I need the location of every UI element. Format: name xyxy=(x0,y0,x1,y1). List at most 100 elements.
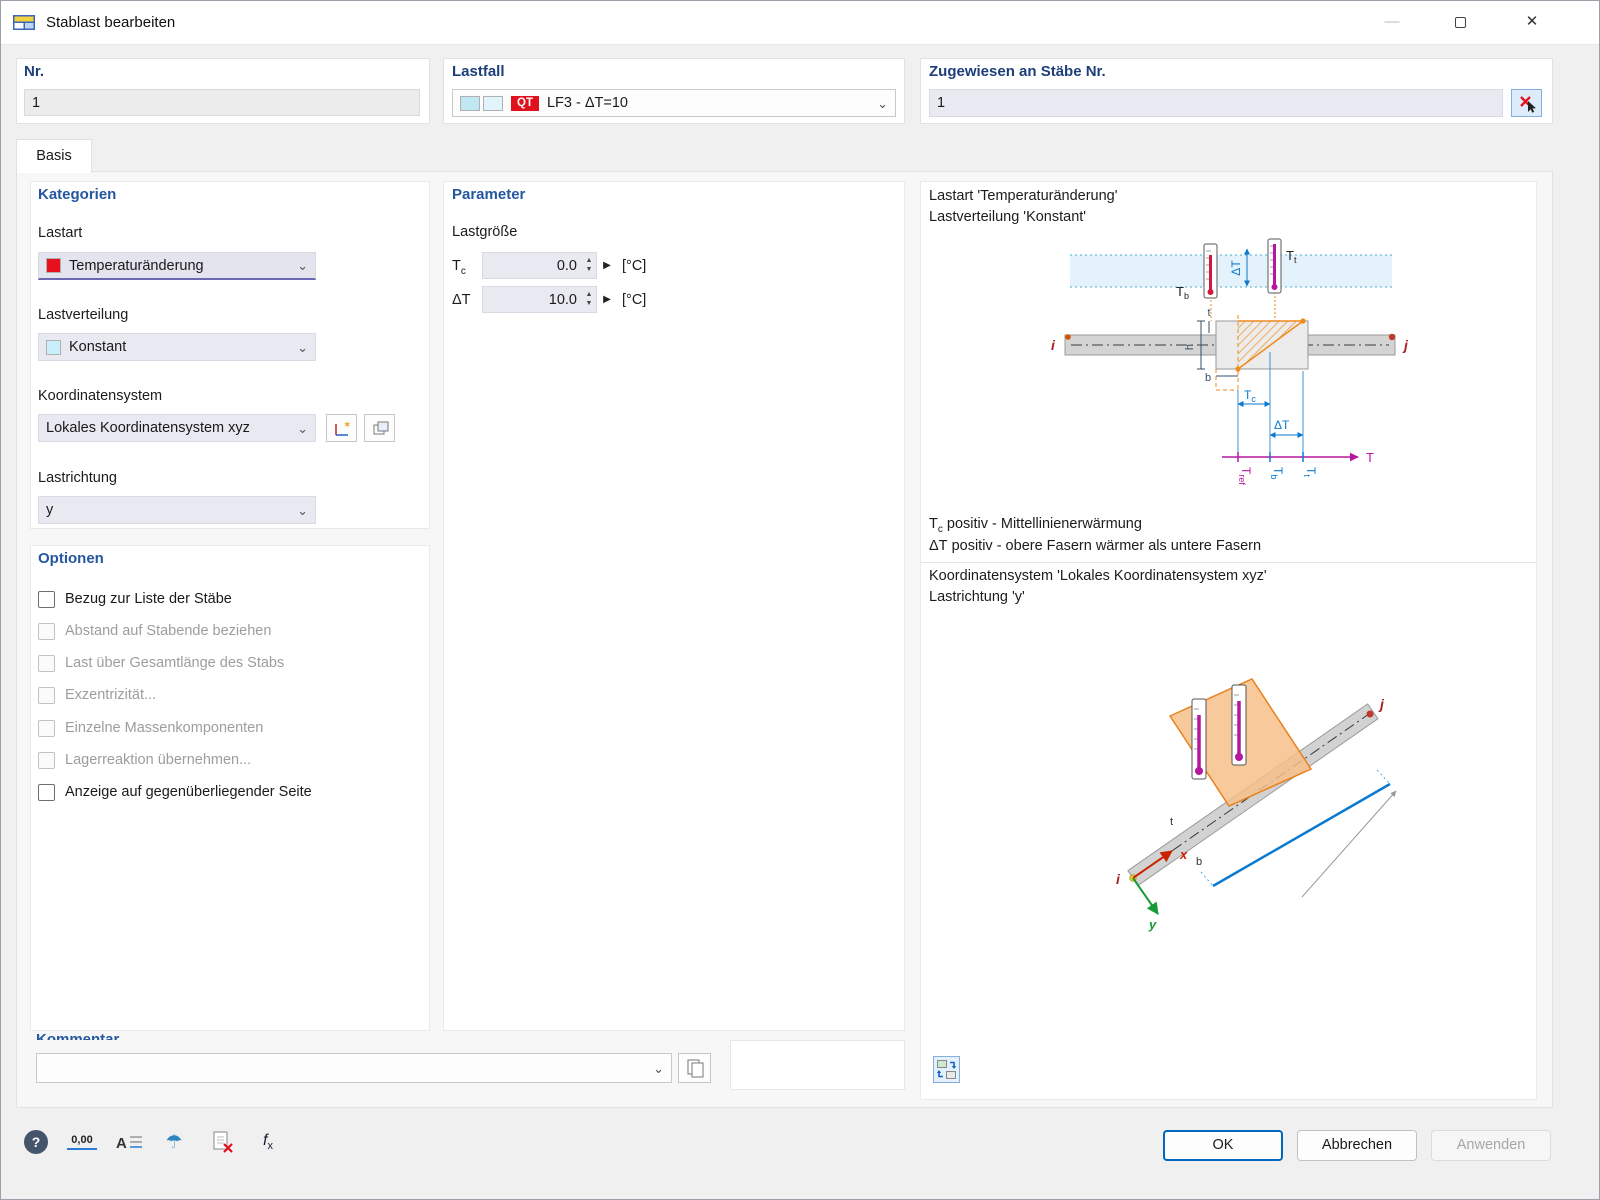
svg-text:j: j xyxy=(1378,696,1385,712)
thermometer-icon xyxy=(1232,685,1246,765)
svg-text:ΔT: ΔT xyxy=(1229,260,1243,276)
checkbox xyxy=(38,687,55,704)
minimize-button[interactable]: — xyxy=(1368,0,1416,44)
window-title: Stablast bearbeiten xyxy=(46,0,175,45)
svg-text:A: A xyxy=(116,1135,127,1152)
koordinatensystem-label: Koordinatensystem xyxy=(38,388,162,404)
tc-detail-button[interactable]: ▶ xyxy=(600,252,614,279)
ok-button[interactable]: OK xyxy=(1163,1130,1283,1161)
option-massenkomponenten: Einzelne Massenkomponenten xyxy=(38,717,418,739)
nr-label: Nr. xyxy=(24,63,44,81)
loadcase-color-swatch-1 xyxy=(460,96,480,111)
lastfall-label: Lastfall xyxy=(452,63,505,81)
formula-button[interactable]: fx xyxy=(250,1128,286,1156)
formula-icon: fx xyxy=(263,1132,273,1152)
new-coordinate-system-button[interactable]: ✶ xyxy=(326,414,357,442)
svg-text:Tt: Tt xyxy=(1302,467,1318,477)
knowledge-base-button[interactable]: ☂ xyxy=(158,1128,190,1156)
swap-images-icon xyxy=(936,1059,957,1080)
svg-text:b: b xyxy=(1196,856,1202,868)
dt-input[interactable]: 10.0 ▲▼ xyxy=(482,286,597,313)
zugewiesen-input[interactable]: 1 xyxy=(929,89,1503,117)
lastfall-value: LF3 - ΔT=10 xyxy=(547,95,628,111)
edit-coordinate-system-icon xyxy=(370,418,390,438)
lastfall-select[interactable]: QT LF3 - ΔT=10 ⌄ xyxy=(452,89,896,117)
copy-pages-icon xyxy=(684,1057,706,1079)
thermometer-icon xyxy=(1192,699,1206,779)
parameter-title: Parameter xyxy=(452,186,525,204)
checkbox[interactable] xyxy=(38,591,55,608)
svg-text:y: y xyxy=(1148,917,1157,932)
zugewiesen-label: Zugewiesen an Stäbe Nr. xyxy=(929,63,1106,81)
koordinatensystem-select[interactable]: Lokales Koordinatensystem xyz ⌄ xyxy=(38,414,316,442)
checkbox[interactable] xyxy=(38,784,55,801)
svg-text:b: b xyxy=(1205,372,1211,384)
option-lagerreaktion: Lagerreaktion übernehmen... xyxy=(38,749,418,771)
decimals-icon: 0,00 xyxy=(71,1134,92,1146)
dt-label: ΔT xyxy=(452,292,471,311)
tc-input[interactable]: 0.0 ▲▼ xyxy=(482,252,597,279)
option-bezug-liste[interactable]: Bezug zur Liste der Stäbe xyxy=(38,588,418,610)
preview-divider xyxy=(921,562,1536,563)
umbrella-icon: ☂ xyxy=(165,1131,182,1154)
member-orientation-diagram: j i x y t b xyxy=(920,621,1537,991)
option-exzentrizitaet: Exzentrizität... xyxy=(38,684,418,706)
maximize-button[interactable] xyxy=(1436,0,1484,44)
lastgroesse-label: Lastgröße xyxy=(452,224,517,240)
lastart-color-swatch xyxy=(46,258,61,273)
option-abstand-stabende: Abstand auf Stabende beziehen xyxy=(38,620,418,642)
lastverteilung-label: Lastverteilung xyxy=(38,307,128,323)
kommentar-copy-button[interactable] xyxy=(678,1053,711,1083)
svg-text:i: i xyxy=(1116,871,1121,887)
close-button[interactable]: ✕ xyxy=(1508,0,1556,44)
lastrichtung-select[interactable]: y ⌄ xyxy=(38,496,316,524)
svg-text:i: i xyxy=(1051,337,1056,353)
chevron-down-icon: ⌄ xyxy=(877,97,888,110)
preview-note1: Tc positiv - Mittellinienerwärmung xyxy=(929,516,1142,535)
kategorien-title: Kategorien xyxy=(38,186,116,204)
checkbox xyxy=(38,655,55,672)
pick-cancel-icon xyxy=(1517,93,1537,113)
maximize-icon xyxy=(1455,17,1466,28)
spinner-arrows[interactable]: ▲▼ xyxy=(582,257,596,275)
lastverteilung-value: Konstant xyxy=(69,339,126,355)
lastverteilung-select[interactable]: Konstant ⌄ xyxy=(38,333,316,361)
edit-coordinate-system-button[interactable] xyxy=(364,414,395,442)
dt-detail-button[interactable]: ▶ xyxy=(600,286,614,313)
lastrichtung-label: Lastrichtung xyxy=(38,470,117,486)
lastverteilung-color-swatch xyxy=(46,340,61,355)
decimal-places-button[interactable]: 0,00 xyxy=(62,1128,102,1156)
temperature-load-diagram: ΔT Tb Tt i j h t b Tc ΔT T Tref Tb Tt xyxy=(920,230,1537,512)
tab-basis[interactable]: Basis xyxy=(16,139,92,173)
tc-label: Tc xyxy=(452,258,466,277)
spinner-arrows[interactable]: ▲▼ xyxy=(582,291,596,309)
document-delete-icon xyxy=(209,1129,235,1155)
close-icon: ✕ xyxy=(1526,13,1539,30)
unit-settings-button[interactable]: A xyxy=(112,1128,146,1156)
delete-comment-button[interactable] xyxy=(206,1128,238,1156)
svg-text:Tb: Tb xyxy=(1269,467,1285,479)
option-gesamtlaenge: Last über Gesamtlänge des Stabs xyxy=(38,652,418,674)
lastart-label: Lastart xyxy=(38,225,82,241)
svg-text:Tref: Tref xyxy=(1237,467,1253,485)
svg-text:j: j xyxy=(1402,337,1409,353)
lastrichtung-value: y xyxy=(46,502,53,518)
help-button[interactable]: ? xyxy=(22,1128,50,1156)
apply-button: Anwenden xyxy=(1431,1130,1551,1161)
loadcase-type-badge: QT xyxy=(511,96,539,111)
svg-text:✶: ✶ xyxy=(343,420,351,431)
preview-line2: Lastverteilung 'Konstant' xyxy=(929,209,1086,225)
chevron-down-icon: ⌄ xyxy=(653,1062,664,1075)
koordinatensystem-value: Lokales Koordinatensystem xyz xyxy=(46,420,250,436)
svg-text:x: x xyxy=(1179,847,1188,862)
option-gegenueberliegend[interactable]: Anzeige auf gegenüberliegender Seite xyxy=(38,781,418,803)
svg-text:T: T xyxy=(1366,450,1374,465)
optionen-title: Optionen xyxy=(38,550,104,568)
kommentar-input[interactable]: ⌄ xyxy=(36,1053,672,1083)
cancel-button[interactable]: Abbrechen xyxy=(1297,1130,1417,1161)
minimize-icon: — xyxy=(1385,13,1400,30)
select-members-button[interactable] xyxy=(1511,89,1542,117)
switch-preview-button[interactable] xyxy=(933,1056,960,1083)
preview-line1: Lastart 'Temperaturänderung' xyxy=(929,188,1118,204)
lastart-select[interactable]: Temperaturänderung ⌄ xyxy=(38,252,316,280)
